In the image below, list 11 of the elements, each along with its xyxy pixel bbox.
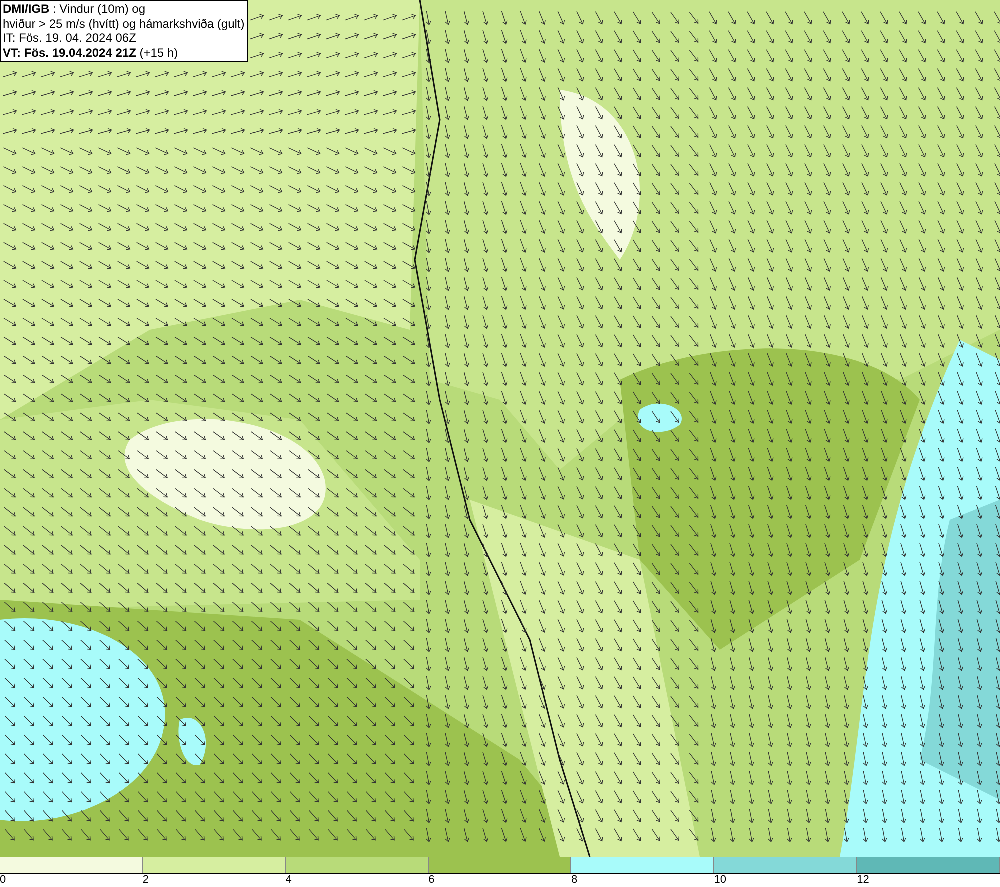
legend-tick-label: 10 xyxy=(714,874,727,886)
title-line: VT: Fös. 19.04.2024 21Z (+15 h) xyxy=(3,46,180,60)
legend-tick-label: 4 xyxy=(286,874,292,886)
legend-tick-label: 0 xyxy=(0,874,6,886)
title-line: hviður > 25 m/s (hvítt) og hámarkshviða (gult) xyxy=(3,16,245,31)
legend-tick-label: 8 xyxy=(571,874,578,886)
title-line: DMI/IGB : Vindur (10m) og xyxy=(3,2,146,16)
legend-tick-label: 2 xyxy=(142,874,149,886)
legend-tick-label: 12 xyxy=(857,874,870,886)
title-line: IT: Fös. 19. 04. 2024 06Z xyxy=(3,31,138,46)
legend-tick-label: 6 xyxy=(428,874,435,886)
